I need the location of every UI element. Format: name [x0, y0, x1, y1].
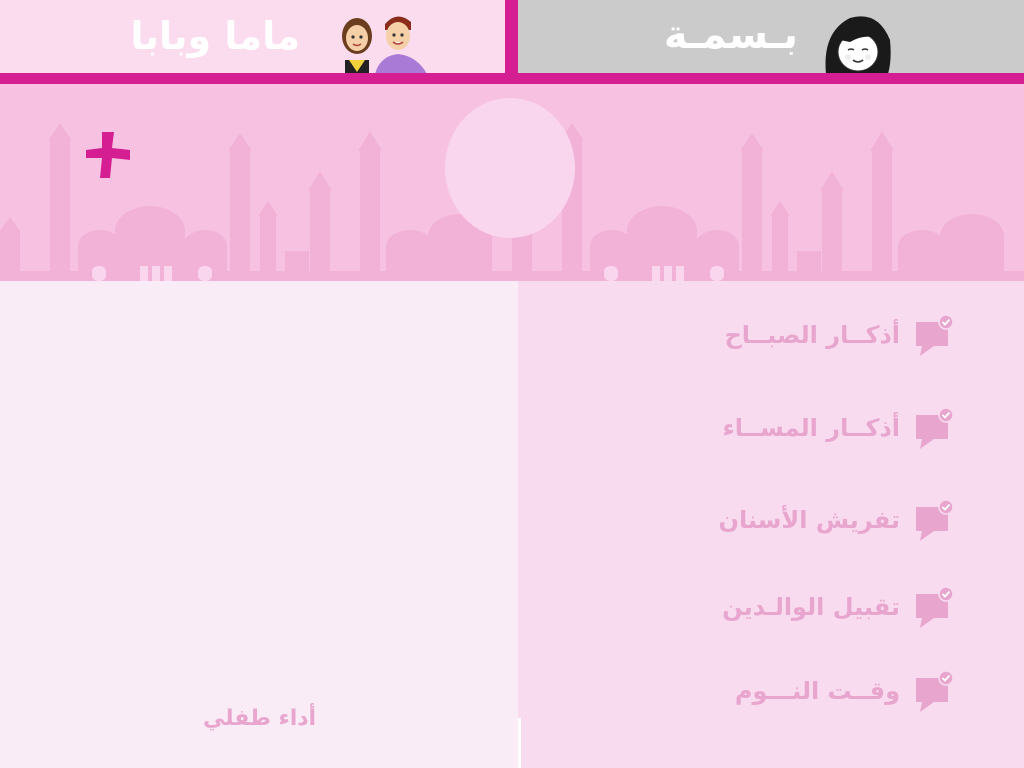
plus-icon[interactable]: [84, 130, 132, 180]
speech-bubble-check-icon: [916, 670, 954, 712]
speech-bubble-check-icon: [916, 586, 954, 628]
menu-item-evening-azkar[interactable]: أذكــار المســاء: [722, 405, 954, 451]
speech-bubble-check-icon: [916, 314, 954, 356]
tab-underline: [0, 73, 1024, 84]
menu-item-morning-azkar[interactable]: أذكــار الصبــاح: [725, 312, 955, 358]
menu-item-label: تفريش الأسنان: [718, 506, 901, 534]
menu-item-label: وقــت النـــوم: [734, 677, 900, 705]
tasks-panel: أذكــار الصبــاح أذكــار المســاء تفريش …: [518, 281, 1024, 768]
speech-bubble-check-icon: [916, 407, 954, 449]
menu-item-label: أذكــار المســاء: [722, 414, 900, 442]
speech-bubble-check-icon: [916, 499, 954, 541]
parents-icon: [342, 16, 427, 74]
tab-parents[interactable]: ماما وبابا: [0, 0, 505, 74]
menu-item-label: أذكــار الصبــاح: [724, 321, 901, 349]
menu-item-brushing-teeth[interactable]: تفريش الأسنان: [719, 497, 955, 543]
child-performance-label[interactable]: أداء طفلي: [203, 706, 316, 731]
menu-item-label: تقبيل الوالـدين: [722, 593, 900, 621]
header-banner: [0, 84, 1024, 281]
tab-child-basma[interactable]: بـسمـة: [518, 0, 1024, 74]
menu-item-kissing-parents[interactable]: تقبيل الوالـدين: [722, 584, 954, 630]
tab-parents-label: ماما وبابا: [130, 14, 300, 58]
panel-divider: [518, 718, 521, 768]
tab-divider: [505, 0, 518, 73]
performance-panel: [0, 281, 518, 768]
profile-photo-placeholder[interactable]: [445, 98, 575, 238]
tab-child-label: بـسمـة: [663, 12, 798, 58]
menu-item-bedtime[interactable]: وقــت النـــوم: [735, 668, 954, 714]
girl-avatar-icon: [825, 16, 891, 74]
